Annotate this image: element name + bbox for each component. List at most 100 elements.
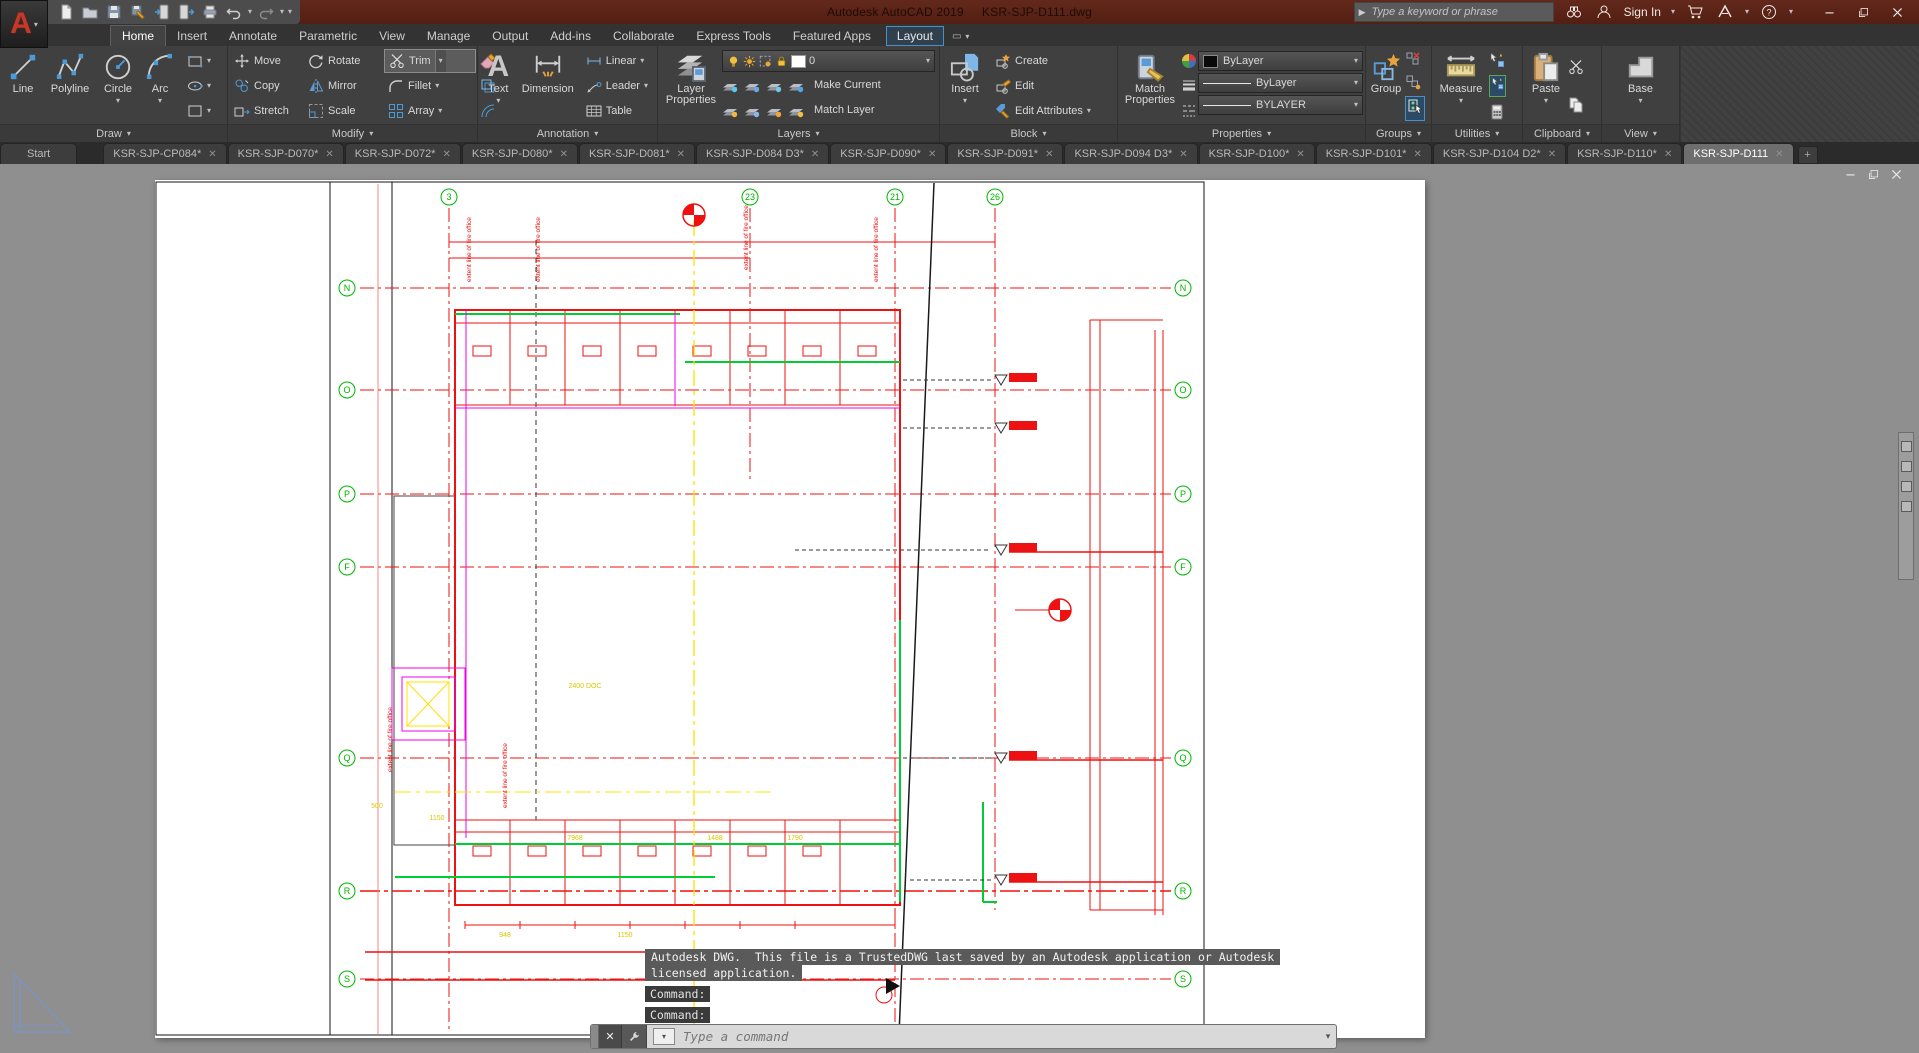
- color-wheel-icon[interactable]: [1181, 53, 1197, 69]
- layer-freeze-icon[interactable]: [766, 77, 782, 93]
- panel-label-groups[interactable]: Groups▾: [1366, 124, 1431, 142]
- close-icon[interactable]: ✕: [208, 149, 216, 160]
- arc-button[interactable]: Arc▾: [140, 48, 180, 124]
- layer-select[interactable]: 0 ▾: [722, 50, 935, 72]
- table-button[interactable]: Table: [582, 99, 652, 124]
- file-tab[interactable]: KSR-SJP-D090*✕: [830, 143, 946, 164]
- file-tab-start[interactable]: Start: [0, 143, 77, 164]
- rotate-button[interactable]: Rotate: [304, 48, 384, 73]
- layer-thaw-all-icon[interactable]: [766, 102, 782, 118]
- new-tab-button[interactable]: +: [1798, 146, 1818, 164]
- sign-in-button[interactable]: Sign In: [1624, 5, 1661, 19]
- command-bar[interactable]: ✕ ▾ ▾: [590, 1024, 1337, 1049]
- ribbon-tab-layout[interactable]: Layout: [886, 26, 944, 46]
- scale-button[interactable]: Scale: [304, 98, 384, 123]
- ribbon-display-toggle[interactable]: ▭▾: [952, 31, 969, 46]
- layer-off-icon[interactable]: [722, 77, 738, 93]
- palette-icon[interactable]: [1901, 481, 1912, 492]
- fillet-button[interactable]: Fillet▾: [384, 73, 476, 98]
- ribbon-tab-addins[interactable]: Add-ins: [539, 26, 602, 46]
- autodesk-icon[interactable]: [1715, 2, 1735, 22]
- command-close-button[interactable]: ✕: [599, 1025, 622, 1048]
- close-icon[interactable]: ✕: [1775, 149, 1783, 160]
- file-tab[interactable]: KSR-SJP-D094 D3*✕: [1064, 143, 1197, 164]
- dwg-restore-button[interactable]: [1867, 168, 1880, 181]
- file-tab[interactable]: KSR-SJP-D072*✕: [345, 143, 461, 164]
- app-store-cart-icon[interactable]: [1685, 2, 1705, 22]
- paste-button[interactable]: Paste▾: [1525, 48, 1567, 124]
- ribbon-tab-insert[interactable]: Insert: [166, 26, 218, 46]
- linetype-icon[interactable]: [1181, 103, 1197, 119]
- panel-label-properties[interactable]: Properties▾: [1118, 124, 1365, 142]
- search-icon[interactable]: [1564, 2, 1584, 22]
- text-button[interactable]: AText▾: [480, 48, 517, 124]
- linear-button[interactable]: Linear▾: [582, 48, 652, 73]
- quick-select-icon[interactable]: [1489, 52, 1505, 68]
- close-icon[interactable]: ✕: [1045, 149, 1053, 160]
- leader-button[interactable]: Leader▾: [582, 74, 652, 99]
- command-input[interactable]: [681, 1028, 1320, 1045]
- stretch-button[interactable]: Stretch: [230, 98, 304, 123]
- circle-button[interactable]: Circle▾: [96, 48, 140, 124]
- help-icon[interactable]: [1759, 2, 1779, 22]
- panel-label-draw[interactable]: Draw▾: [0, 124, 227, 142]
- layer-properties-button[interactable]: Layer Properties: [660, 48, 722, 124]
- panel-label-view[interactable]: View▾: [1602, 124, 1679, 142]
- match-layer-button[interactable]: Match Layer: [810, 97, 879, 122]
- file-tab[interactable]: KSR-SJP-D070*✕: [228, 143, 344, 164]
- layer-unlock-icon[interactable]: [788, 102, 804, 118]
- ungroup-icon[interactable]: [1405, 51, 1421, 67]
- command-expand-button[interactable]: ▾: [1320, 1031, 1336, 1042]
- select-similar-icon[interactable]: [1489, 75, 1506, 97]
- group-selection-toggle[interactable]: [1405, 96, 1425, 121]
- line-button[interactable]: Line: [2, 48, 44, 124]
- measure-button[interactable]: Measure▾: [1434, 48, 1488, 124]
- sign-in-dropdown[interactable]: ▾: [1671, 8, 1675, 16]
- close-icon[interactable]: ✕: [1296, 149, 1304, 160]
- layout-paper[interactable]: 3 23 21 26 N O P F Q R S N: [155, 180, 1425, 1038]
- restore-button[interactable]: [1853, 2, 1873, 22]
- recent-commands-button[interactable]: ▾: [653, 1028, 675, 1045]
- object-color-select[interactable]: ByLayer▾: [1198, 51, 1363, 71]
- trim-dropdown[interactable]: ▾: [435, 50, 446, 72]
- command-bar-grip[interactable]: [591, 1025, 599, 1048]
- search-input[interactable]: [1370, 5, 1549, 19]
- close-icon[interactable]: ✕: [1413, 149, 1421, 160]
- minimize-button[interactable]: [1819, 2, 1839, 22]
- cut-icon[interactable]: [1568, 59, 1584, 75]
- layer-turn-on-icon[interactable]: [722, 102, 738, 118]
- file-tab[interactable]: KSR-SJP-D110*✕: [1567, 143, 1682, 164]
- trim-button[interactable]: Trim▾: [384, 49, 476, 73]
- ribbon-tab-annotate[interactable]: Annotate: [218, 26, 288, 46]
- close-icon[interactable]: ✕: [560, 149, 568, 160]
- file-tab[interactable]: KSR-SJP-D100*✕: [1199, 143, 1315, 164]
- move-button[interactable]: Move: [230, 48, 304, 73]
- ribbon-tab-express-tools[interactable]: Express Tools: [685, 26, 781, 46]
- create-block-button[interactable]: Create: [991, 48, 1095, 73]
- lineweight-icon[interactable]: [1181, 78, 1197, 94]
- copy-clip-icon[interactable]: [1568, 97, 1584, 113]
- ribbon-tab-parametric[interactable]: Parametric: [288, 26, 368, 46]
- layer-unisolate-icon[interactable]: [744, 102, 760, 118]
- palette-icon[interactable]: [1901, 461, 1912, 472]
- palette-icon[interactable]: [1901, 501, 1912, 512]
- ribbon-tab-home[interactable]: Home: [110, 25, 166, 46]
- file-tab[interactable]: KSR-SJP-D091*✕: [947, 143, 1063, 164]
- layer-isolate-icon[interactable]: [744, 77, 760, 93]
- drawing-viewport[interactable]: 3 23 21 26 N O P F Q R S N: [155, 180, 1425, 1038]
- close-icon[interactable]: ✕: [1548, 149, 1556, 160]
- copy-button[interactable]: Copy: [230, 73, 304, 98]
- base-button[interactable]: Base▾: [1620, 48, 1662, 124]
- close-button[interactable]: [1887, 2, 1907, 22]
- close-icon[interactable]: ✕: [928, 149, 936, 160]
- panel-label-modify[interactable]: Modify▾: [228, 124, 477, 142]
- rectangle-button[interactable]: ▾: [183, 48, 215, 73]
- dwg-minimize-button[interactable]: [1844, 168, 1857, 181]
- panel-label-layers[interactable]: Layers▾: [658, 124, 939, 142]
- mirror-button[interactable]: Mirror: [304, 73, 384, 98]
- close-icon[interactable]: ✕: [677, 149, 685, 160]
- group-button[interactable]: Group: [1368, 48, 1404, 124]
- collapsed-palette[interactable]: [1898, 432, 1914, 580]
- polyline-button[interactable]: Polyline: [44, 48, 96, 124]
- ribbon-tab-collaborate[interactable]: Collaborate: [602, 26, 685, 46]
